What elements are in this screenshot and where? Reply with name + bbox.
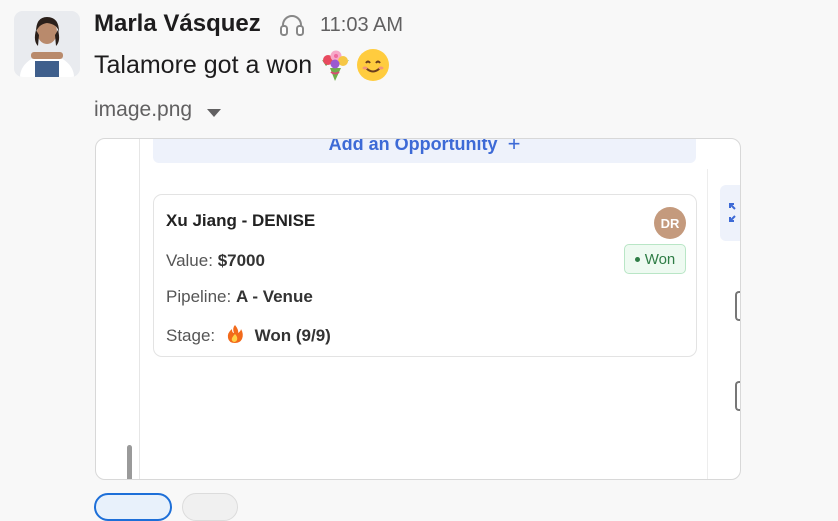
message-text: Talamore got a won [94,50,313,79]
status-badge: Won [624,244,686,274]
panel-divider [707,169,708,479]
owner-avatar: DR [654,207,686,239]
fire-icon [226,324,244,344]
avatar[interactable] [14,11,80,77]
pipeline-value: A - Venue [235,287,313,306]
status-badge-label: Won [644,250,676,268]
opportunity-stage: Stage: Won (9/9) [166,324,331,346]
smiling-face-emoji [356,48,390,82]
add-opportunity-button: Add an Opportunity + [153,138,696,163]
stage-label: Stage: [166,326,216,345]
side-panel-icon [735,291,740,321]
pipeline-label: Pipeline: [166,287,232,306]
reaction-button[interactable] [94,493,172,521]
stage-value: Won (9/9) [254,326,331,345]
attachment-header[interactable]: image.png [94,98,222,122]
value-label: Value: [166,251,213,270]
opportunity-value: Value: $7000 [166,251,265,271]
status-dot-icon [634,256,640,262]
sidebar-divider [139,139,140,479]
opportunity-card: Xu Jiang - DENISE DR Won Value: $7000 Pi… [153,194,697,357]
message-author[interactable]: Marla Vásquez [94,10,261,38]
timestamp[interactable]: 11:03 AM [320,14,403,37]
bouquet-emoji [318,48,352,82]
file-name[interactable]: image.png [94,98,192,122]
opportunity-title: Xu Jiang - DENISE [166,211,316,230]
expand-icon [729,202,740,224]
chevron-down-icon[interactable] [206,105,222,117]
add-opportunity-label: Add an Opportunity [328,138,498,154]
add-reaction-button[interactable] [182,493,238,521]
plus-icon: + [507,138,521,156]
image-attachment[interactable]: Add an Opportunity + Xu Jiang - DENISE D… [95,138,741,480]
opportunity-pipeline: Pipeline: A - Venue [166,287,313,307]
headphones-icon [279,12,305,38]
value-amount: $7000 [217,251,265,270]
scrollbar-thumb [127,445,132,479]
message-body: Talamore got a won [94,48,390,82]
side-panel-icon [735,381,740,411]
